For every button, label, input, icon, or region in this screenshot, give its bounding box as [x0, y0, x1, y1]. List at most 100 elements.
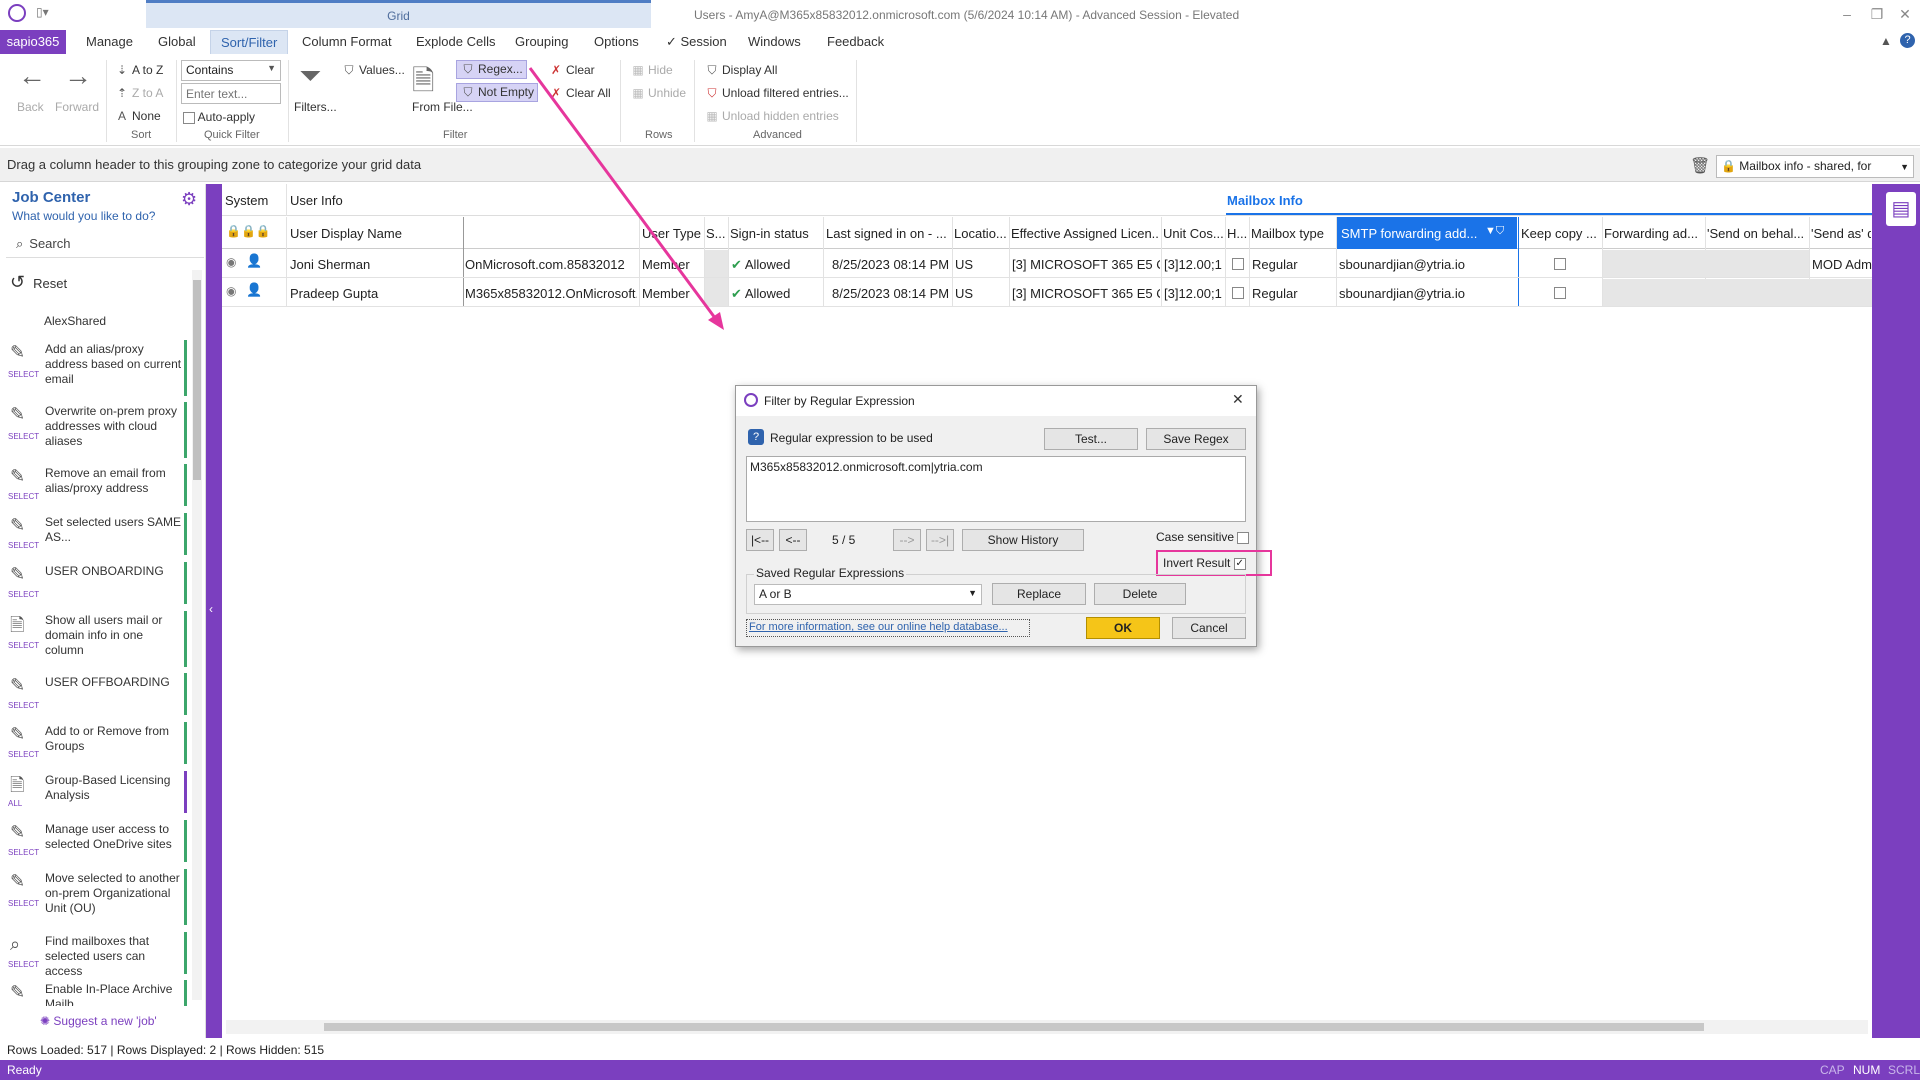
tab-session[interactable]: ✓ Session — [656, 30, 737, 54]
from-file-button[interactable]: From File... — [412, 100, 473, 114]
col-user-display-name[interactable]: User Display Name — [290, 226, 462, 241]
nav-prev-button[interactable]: <-- — [779, 529, 807, 551]
forward-arrow-icon[interactable]: → — [64, 60, 92, 92]
filter-funnel-icon[interactable]: ⏷ — [299, 60, 321, 93]
forward-button[interactable]: Forward — [55, 100, 99, 114]
help-icon[interactable]: ? — [1900, 33, 1915, 48]
job-item[interactable]: ✎ SELECT Move selected to another on-prem … — [6, 869, 187, 925]
delete-button[interactable]: Delete — [1094, 583, 1186, 605]
tab-sort-filter[interactable]: Sort/Filter — [210, 30, 289, 54]
tab-windows[interactable]: Windows — [738, 30, 811, 54]
sort-z-to-a-button[interactable]: ⇡ Z to A — [114, 86, 163, 100]
tab-explode-cells[interactable]: Explode Cells — [406, 30, 506, 54]
regex-button[interactable]: ⛉ Regex... — [456, 60, 527, 79]
sort-a-to-z-button[interactable]: ⇣ A to Z — [114, 63, 163, 77]
col-effective-license[interactable]: Effective Assigned Licen... — [1011, 226, 1159, 241]
tab-grouping[interactable]: Grouping — [505, 30, 578, 54]
quick-access-icon[interactable]: ▯▾ — [36, 5, 49, 19]
clipboard-icon[interactable]: ▤ — [1886, 192, 1916, 226]
case-sensitive-checkbox[interactable]: Case sensitive — [1156, 530, 1250, 544]
invert-result-checkbox[interactable]: Invert Result ✓ — [1163, 556, 1246, 570]
quick-filter-input[interactable] — [181, 83, 281, 104]
group-header-system[interactable]: System — [225, 193, 268, 208]
checkbox[interactable] — [1554, 258, 1566, 270]
nav-first-button[interactable]: |<-- — [746, 529, 774, 551]
job-item[interactable]: ✎ SELECT Set selected users SAME AS... — [6, 513, 187, 555]
tab-manage[interactable]: Manage — [76, 30, 143, 54]
job-item[interactable]: ✎ SELECT USER OFFBOARDING — [6, 673, 187, 715]
group-header-mailbox-info[interactable]: Mailbox Info — [1227, 193, 1303, 208]
sort-none-button[interactable]: A None — [114, 109, 161, 123]
col-h[interactable]: H... — [1227, 226, 1249, 241]
back-arrow-icon[interactable]: ← — [18, 60, 46, 92]
job-scrollbar[interactable] — [192, 270, 202, 1000]
col-location[interactable]: Locatio... — [954, 226, 1010, 241]
back-button[interactable]: Back — [17, 100, 44, 114]
close-icon[interactable]: ✕ — [1232, 391, 1244, 408]
saved-regex-select[interactable]: A or B ▼ — [754, 584, 982, 605]
trash-icon[interactable]: 🗑 — [1690, 156, 1710, 176]
auto-apply-checkbox[interactable]: Auto-apply — [183, 110, 255, 124]
col-smtp-forwarding[interactable]: SMTP forwarding add... ▼⛉ — [1337, 217, 1517, 249]
col-keep-copy[interactable]: Keep copy ... — [1521, 226, 1601, 241]
col-last-signed-in[interactable]: Last signed in on - ... — [826, 226, 950, 241]
col-mailbox-type[interactable]: Mailbox type — [1251, 226, 1335, 241]
ok-button[interactable]: OK — [1086, 617, 1160, 639]
filters-button[interactable]: Filters... — [294, 100, 337, 114]
test-button[interactable]: Test... — [1044, 428, 1138, 450]
right-side-panel[interactable]: ▤ — [1872, 184, 1920, 1038]
grid-scrollbar-thumb[interactable] — [324, 1023, 1704, 1031]
help-icon[interactable]: ? — [748, 429, 764, 445]
tab-sapio365[interactable]: sapio365 — [0, 30, 66, 54]
filter-funnel-icon[interactable]: ▼⛉ — [1485, 225, 1504, 238]
close-window-icon[interactable]: ✕ — [1890, 6, 1920, 23]
job-item[interactable]: 🗎 ALL Group-Based Licensing Analysis — [6, 771, 187, 813]
tab-options[interactable]: Options — [584, 30, 649, 54]
radio-icon[interactable]: ◉ — [226, 284, 236, 298]
replace-button[interactable]: Replace — [992, 583, 1086, 605]
job-item[interactable]: ✎ SELECT Add to or Remove from Groups — [6, 722, 187, 764]
tab-feedback[interactable]: Feedback — [817, 30, 894, 54]
annotation-arrow — [528, 67, 724, 330]
save-regex-button[interactable]: Save Regex — [1146, 428, 1246, 450]
checkbox[interactable] — [1232, 258, 1244, 270]
job-item[interactable]: ✎ SELECT USER ONBOARDING — [6, 562, 187, 604]
job-item[interactable]: ✎ SELECT Manage user access to selected On… — [6, 820, 187, 862]
col-send-on-behalf[interactable]: 'Send on behal... — [1707, 226, 1809, 241]
tab-column-format[interactable]: Column Format — [292, 30, 402, 54]
group-header-user-info[interactable]: User Info — [290, 193, 343, 208]
suggest-job-link[interactable]: ✺ Suggest a new 'job' — [40, 1014, 157, 1028]
job-item[interactable]: ✎ SELECT Overwrite on-prem proxy addresses… — [6, 402, 187, 458]
col-send-as[interactable]: 'Send as' d — [1811, 226, 1871, 241]
job-center-collapse-bar[interactable]: ‹ — [206, 184, 222, 1038]
job-item[interactable]: ✎ SELECT Add an alias/proxy address based … — [6, 340, 187, 396]
job-search-input[interactable]: ⌕ Search — [6, 236, 204, 258]
job-scrollbar-thumb[interactable] — [193, 280, 201, 480]
minimize-icon[interactable]: – — [1832, 6, 1862, 22]
collapse-ribbon-icon[interactable]: ▲ — [1880, 34, 1892, 48]
job-item[interactable]: ✎ Enable In-Place Archive Mailb... — [6, 980, 187, 1006]
job-item[interactable]: 🗎 SELECT Show all users mail or domain inf… — [6, 611, 187, 667]
regex-textarea[interactable]: M365x85832012.onmicrosoft.com|ytria.com — [746, 456, 1246, 522]
quick-filter-operator-select[interactable]: Contains ▼ — [181, 60, 281, 81]
restore-icon[interactable]: ❐ — [1862, 6, 1892, 23]
job-item[interactable]: ✎ SELECT Remove an email from alias/proxy … — [6, 464, 187, 506]
help-link[interactable]: For more information, see our online hel… — [746, 619, 1030, 637]
nav-last-button[interactable]: -->| — [926, 529, 954, 551]
col-unit-cost[interactable]: Unit Cos... — [1163, 226, 1223, 241]
cancel-button[interactable]: Cancel — [1172, 617, 1246, 639]
grid-horizontal-scrollbar[interactable] — [226, 1020, 1868, 1034]
col-sign-in-status[interactable]: Sign-in status — [730, 226, 822, 241]
nav-next-button[interactable]: --> — [893, 529, 921, 551]
values-button[interactable]: ⛉ Values... — [341, 63, 404, 78]
radio-icon[interactable]: ◉ — [226, 255, 236, 269]
reset-button[interactable]: ↺ Reset — [10, 272, 67, 293]
view-select[interactable]: 🔒 Mailbox info - shared, for ▼ — [1716, 155, 1914, 178]
checkbox[interactable] — [1232, 287, 1244, 299]
tab-global[interactable]: Global — [148, 30, 206, 54]
col-forwarding-address[interactable]: Forwarding ad... — [1604, 226, 1704, 241]
gear-icon[interactable]: ⚙ — [181, 189, 197, 210]
checkbox[interactable] — [1554, 287, 1566, 299]
job-item[interactable]: ⌕ SELECT Find mailboxes that selected user… — [6, 932, 187, 978]
show-history-button[interactable]: Show History — [962, 529, 1084, 551]
